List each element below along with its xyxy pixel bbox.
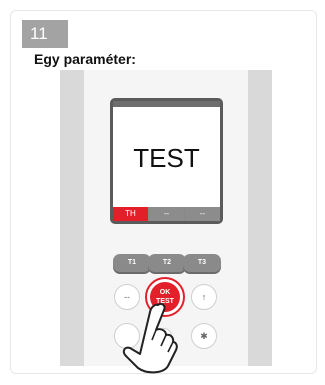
- display-text: TEST: [133, 143, 200, 173]
- device-display: TEST TH -- --: [110, 98, 223, 224]
- t3-button: T3: [183, 254, 221, 272]
- pointing-hand-icon: [122, 302, 178, 374]
- display-tab-3: --: [184, 207, 220, 221]
- device-left-edge: [60, 70, 84, 366]
- ok-label: OK: [159, 289, 171, 296]
- up-button: ↑: [191, 284, 217, 310]
- up-arrow-icon: ↑: [201, 292, 207, 302]
- bluetooth-icon: ✱: [200, 330, 208, 341]
- device-right-edge: [248, 70, 272, 366]
- display-tab-bar: TH -- --: [113, 207, 220, 221]
- t2-button: T2: [148, 254, 186, 272]
- bluetooth-button: ✱: [191, 323, 217, 349]
- step-title: Egy paraméter:: [34, 51, 136, 67]
- display-top-bar: [113, 101, 220, 107]
- t1-button: T1: [113, 254, 151, 272]
- step-number-badge: 11: [22, 20, 68, 48]
- display-tab-th: TH: [113, 207, 148, 221]
- display-tab-2: --: [148, 207, 184, 221]
